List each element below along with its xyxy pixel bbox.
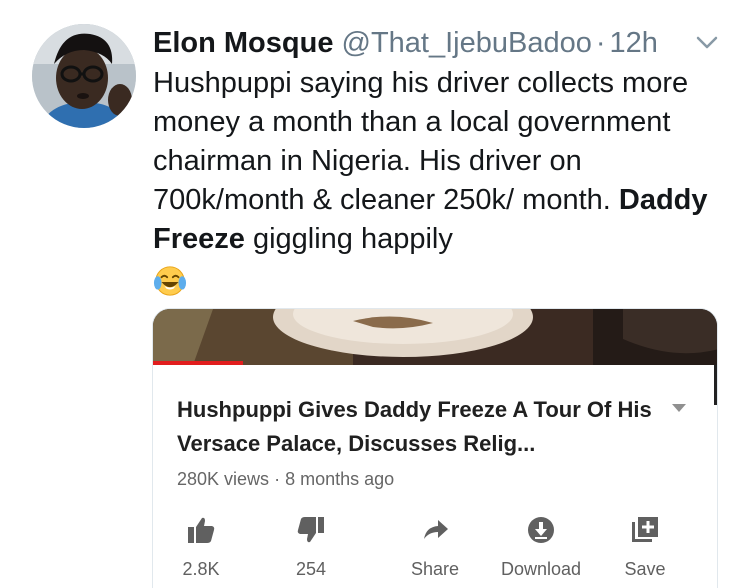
scroll-indicator: [714, 365, 717, 405]
upload-age: 8 months ago: [285, 469, 395, 489]
share-label: Share: [410, 559, 460, 579]
download-button[interactable]: Download: [491, 515, 591, 588]
header-separator: ·: [595, 27, 606, 59]
video-thumbnail-image: [153, 309, 717, 365]
save-button[interactable]: Save: [595, 515, 695, 588]
download-icon: [528, 517, 554, 543]
chevron-down-icon[interactable]: [694, 32, 720, 52]
like-count: 2.8K: [182, 559, 220, 579]
meta-separator: ·: [274, 469, 281, 489]
tweet-text: Hushpuppi saying his driver collects mor…: [153, 64, 723, 298]
share-arrow-icon: [424, 520, 448, 539]
tweet-text-part2: giggling happily: [244, 223, 453, 255]
save-label: Save: [624, 559, 666, 579]
avatar-photo: [32, 24, 136, 128]
tweet-timestamp[interactable]: 12h: [610, 27, 658, 59]
video-meta: 280K views · 8 months ago: [177, 469, 394, 490]
add-to-playlist-icon: [632, 517, 658, 542]
author-avatar[interactable]: [32, 24, 136, 128]
like-button[interactable]: 2.8K: [153, 515, 251, 588]
face-with-tears-of-joy-icon: [153, 266, 187, 296]
dislike-count: 254: [295, 559, 327, 579]
tweet-text-part1: Hushpuppi saying his driver collects mor…: [153, 67, 689, 216]
video-card[interactable]: Hushpuppi Gives Daddy Freeze A Tour Of H…: [152, 308, 718, 588]
dropdown-arrow-icon[interactable]: [671, 403, 687, 413]
author-handle[interactable]: @That_IjebuBadoo: [342, 27, 592, 59]
share-button[interactable]: Share: [385, 515, 485, 588]
download-label: Download: [500, 559, 582, 579]
view-count: 280K views: [177, 469, 270, 489]
tweet-header: Elon Mosque @That_IjebuBadoo · 12h: [153, 24, 658, 62]
video-actions: 2.8K 254 Share Download Save: [153, 515, 717, 588]
author-name[interactable]: Elon Mosque: [153, 27, 333, 59]
video-title[interactable]: Hushpuppi Gives Daddy Freeze A Tour Of H…: [177, 393, 657, 461]
thumbs-up-icon: [188, 517, 215, 543]
dislike-button[interactable]: 254: [261, 515, 361, 588]
thumbs-down-icon: [297, 517, 324, 543]
video-thumbnail[interactable]: [153, 309, 717, 365]
video-details: Hushpuppi Gives Daddy Freeze A Tour Of H…: [153, 365, 717, 588]
